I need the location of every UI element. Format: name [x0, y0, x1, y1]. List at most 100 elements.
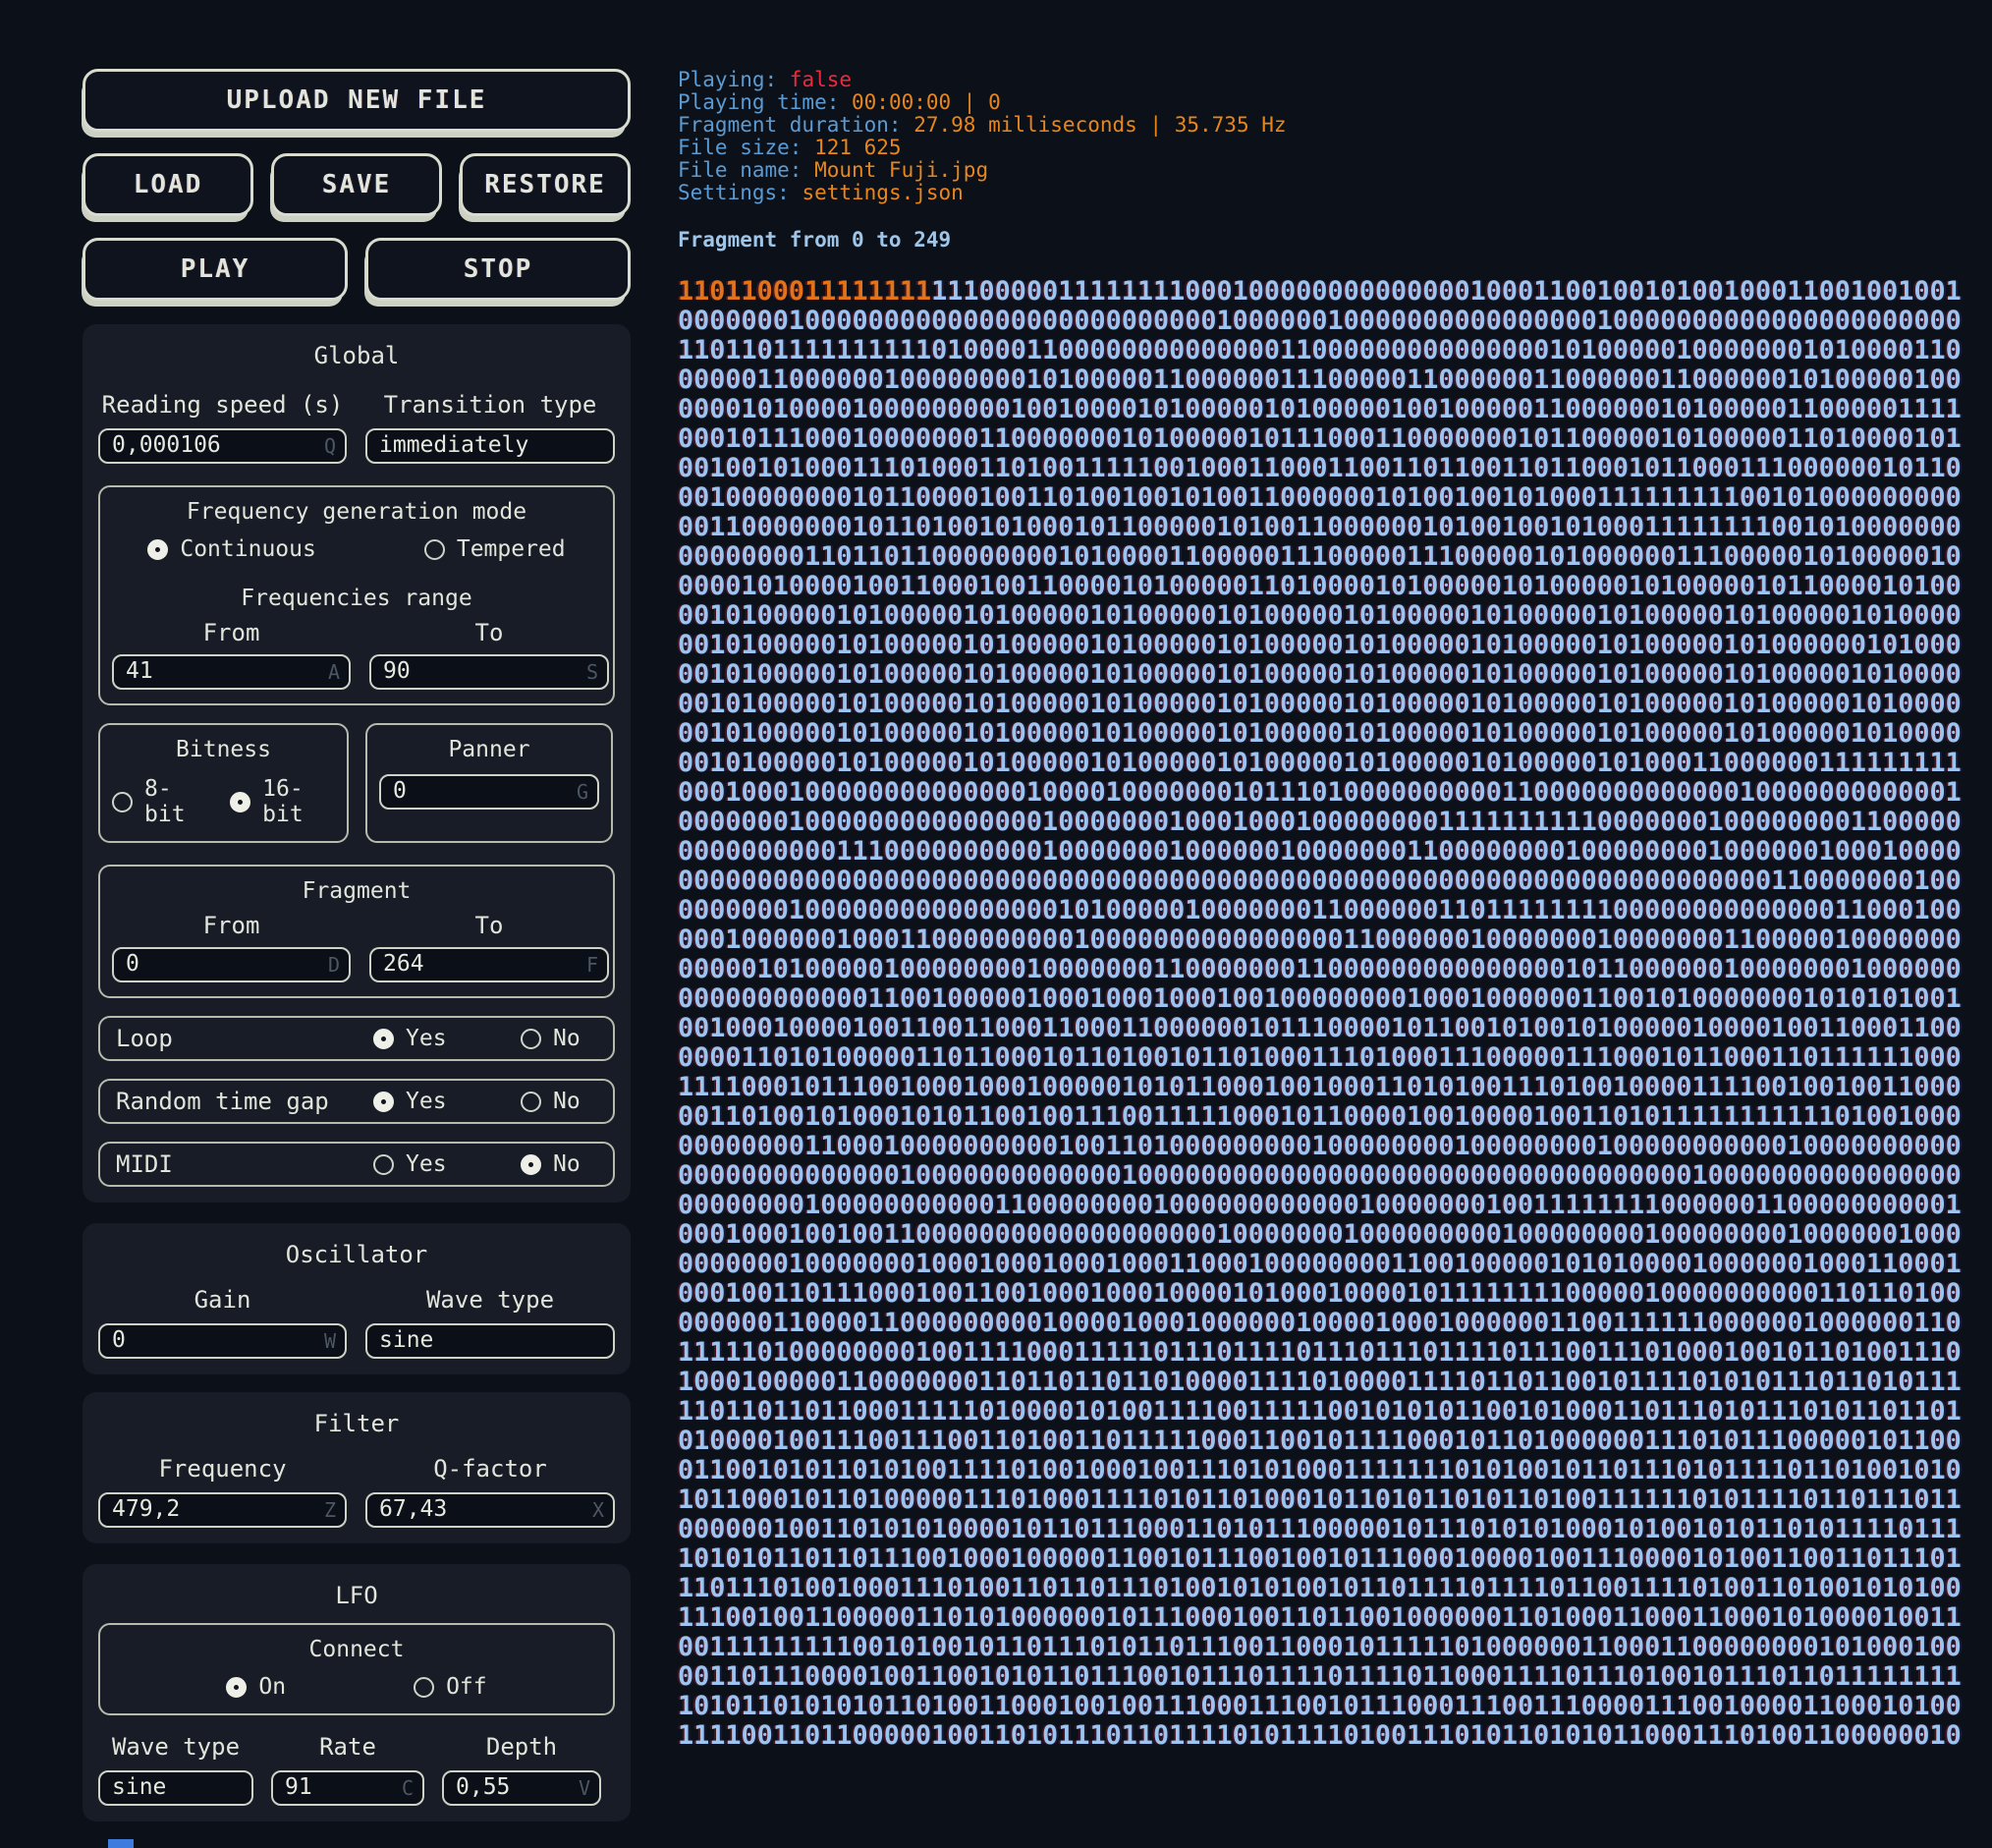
freq-range-to-label: To	[369, 619, 609, 646]
midi-no-radio[interactable]	[521, 1154, 541, 1175]
file-button-row: LOAD SAVE RESTORE	[83, 153, 631, 216]
binary-line: 0000000011011011000000001010000110000011…	[678, 542, 1974, 572]
midi-yes-label: Yes	[406, 1151, 447, 1177]
binary-line: 0000000100000000000000000000000000100000…	[678, 307, 1974, 336]
lfo-connect-on-label: On	[258, 1674, 286, 1700]
frequencies-range-title: Frequencies range	[112, 586, 601, 611]
osc-wave-type-field	[365, 1323, 615, 1359]
binary-line: 0001000100100110000000000000000000100000…	[678, 1220, 1974, 1250]
bitness-8bit-radio[interactable]	[112, 792, 133, 812]
fragment-to-input[interactable]	[369, 947, 609, 982]
loop-row: Loop Yes No	[98, 1016, 615, 1061]
midi-yes-option[interactable]: Yes	[373, 1151, 521, 1177]
random-gap-yes-radio[interactable]	[373, 1092, 394, 1112]
binary-line: 1101101111111111010000110000000000000011…	[678, 336, 1974, 365]
binary-line: 0000000000111000000000010000000100000010…	[678, 837, 1974, 867]
restore-button[interactable]: RESTORE	[460, 153, 631, 216]
lfo-rate-label: Rate	[271, 1733, 424, 1761]
lfo-connect-on-radio[interactable]	[226, 1677, 247, 1698]
freq-from-input[interactable]	[112, 654, 351, 690]
freq-mode-continuous-radio[interactable]	[147, 539, 168, 560]
random-time-gap-label: Random time gap	[116, 1088, 373, 1115]
binary-line: 1000100000110000000110110110110100001111…	[678, 1368, 1974, 1397]
binary-line: 0000000100000001000100010001000110001000…	[678, 1250, 1974, 1279]
binary-line: 0000110101000001101100010110100101101000…	[678, 1043, 1974, 1073]
stop-button[interactable]: STOP	[365, 238, 631, 301]
osc-wave-type-input[interactable]	[365, 1323, 615, 1359]
freq-mode-tempered-option[interactable]: Tempered	[424, 536, 566, 562]
midi-row: MIDI Yes No	[98, 1142, 615, 1187]
bitness-16bit-radio[interactable]	[230, 792, 250, 812]
reading-speed-input[interactable]	[98, 428, 347, 464]
binary-line: 0010100000101000001010000010100000101000…	[678, 749, 1974, 778]
transport-button-row: PLAY STOP	[83, 238, 631, 301]
panner-input[interactable]	[379, 774, 599, 810]
status-label: File name:	[678, 158, 814, 182]
bitness-16bit-option[interactable]: 16-bit	[230, 776, 335, 827]
q-factor-field: X	[365, 1492, 615, 1528]
binary-line: 0000101000010000000001001000010100000101…	[678, 395, 1974, 424]
fragment-from-field: D	[112, 947, 351, 982]
status-value: 00:00:00 | 0	[852, 90, 1001, 114]
save-button[interactable]: SAVE	[271, 153, 442, 216]
binary-line: 0000000000000010000000000000100000000000…	[678, 1161, 1974, 1191]
freq-mode-tempered-radio[interactable]	[424, 539, 445, 560]
transition-type-input[interactable]	[365, 428, 615, 464]
freq-mode-tempered-label: Tempered	[457, 536, 566, 562]
bottom-edge-artifact	[108, 1839, 134, 1848]
status-line: Playing: false	[678, 69, 1974, 91]
global-panel-title: Global	[98, 342, 615, 369]
lfo-wave-type-label: Wave type	[98, 1733, 253, 1761]
lfo-depth-label: Depth	[442, 1733, 601, 1761]
midi-yes-radio[interactable]	[373, 1154, 394, 1175]
binary-line: 0001011100010000000110000000101000001011…	[678, 424, 1974, 454]
binary-line: 1111101000000001001111000111110111011110…	[678, 1338, 1974, 1368]
upload-new-file-button[interactable]: UPLOAD NEW FILE	[83, 69, 631, 132]
binary-line: 1101110100100011101001101101110100101010…	[678, 1574, 1974, 1603]
bitness-8bit-option[interactable]: 8-bit	[112, 776, 204, 827]
q-factor-input[interactable]	[365, 1492, 615, 1528]
load-button[interactable]: LOAD	[83, 153, 253, 216]
freq-mode-continuous-option[interactable]: Continuous	[147, 536, 315, 562]
bitness-8bit-label: 8-bit	[144, 776, 204, 827]
reading-speed-label: Reading speed (s)	[98, 391, 347, 419]
binary-line-rest: 1110000011111111000100000000000000100011…	[931, 276, 1962, 307]
lfo-connect-on-option[interactable]: On	[226, 1674, 286, 1700]
status-value: 27.98 milliseconds | 35.735 Hz	[913, 113, 1286, 137]
binary-line: 0010100000101000001010000010100000101000…	[678, 690, 1974, 719]
random-gap-no-option[interactable]: No	[521, 1089, 597, 1114]
binary-line: 1101101101100011111010000101001111001111…	[678, 1397, 1974, 1427]
control-column: UPLOAD NEW FILE LOAD SAVE RESTORE PLAY S…	[83, 69, 631, 1848]
lfo-depth-input[interactable]	[442, 1770, 601, 1806]
binary-line: 0000010100000100000000100000001100000001…	[678, 955, 1974, 984]
binary-line: 0000000000001100100000100010001000100100…	[678, 984, 1974, 1014]
loop-no-radio[interactable]	[521, 1029, 541, 1049]
lfo-wave-type-input[interactable]	[98, 1770, 253, 1806]
reading-speed-field: Q	[98, 428, 347, 464]
filter-title: Filter	[98, 1410, 615, 1437]
random-gap-yes-option[interactable]: Yes	[373, 1089, 521, 1114]
binary-line: 0001000000100011000000000100000000000000…	[678, 925, 1974, 955]
play-button[interactable]: PLAY	[83, 238, 348, 301]
gain-input[interactable]	[98, 1323, 347, 1359]
binary-line: 0010100000101000001010000010100000101000…	[678, 631, 1974, 660]
fragment-from-input[interactable]	[112, 947, 351, 982]
filter-frequency-label: Frequency	[98, 1455, 347, 1483]
filter-frequency-input[interactable]	[98, 1492, 347, 1528]
loop-yes-option[interactable]: Yes	[373, 1026, 521, 1051]
status-line: File name: Mount Fuji.jpg	[678, 159, 1974, 182]
freq-to-input[interactable]	[369, 654, 609, 690]
loop-no-option[interactable]: No	[521, 1026, 597, 1051]
binary-line: 0010100000101000001010000010100000101000…	[678, 660, 1974, 690]
panner-field: G	[379, 774, 599, 810]
status-value: Mount Fuji.jpg	[814, 158, 988, 182]
binary-line: 0100001001110011100110100110111110001100…	[678, 1427, 1974, 1456]
loop-yes-radio[interactable]	[373, 1029, 394, 1049]
lfo-rate-input[interactable]	[271, 1770, 424, 1806]
lfo-connect-off-option[interactable]: Off	[414, 1674, 487, 1700]
lfo-connect-off-radio[interactable]	[414, 1677, 434, 1698]
midi-no-option[interactable]: No	[521, 1151, 597, 1177]
binary-block: 1101100011111111111000001111111100010000…	[678, 277, 1974, 1751]
random-gap-no-radio[interactable]	[521, 1092, 541, 1112]
status-label: Settings:	[678, 181, 802, 204]
